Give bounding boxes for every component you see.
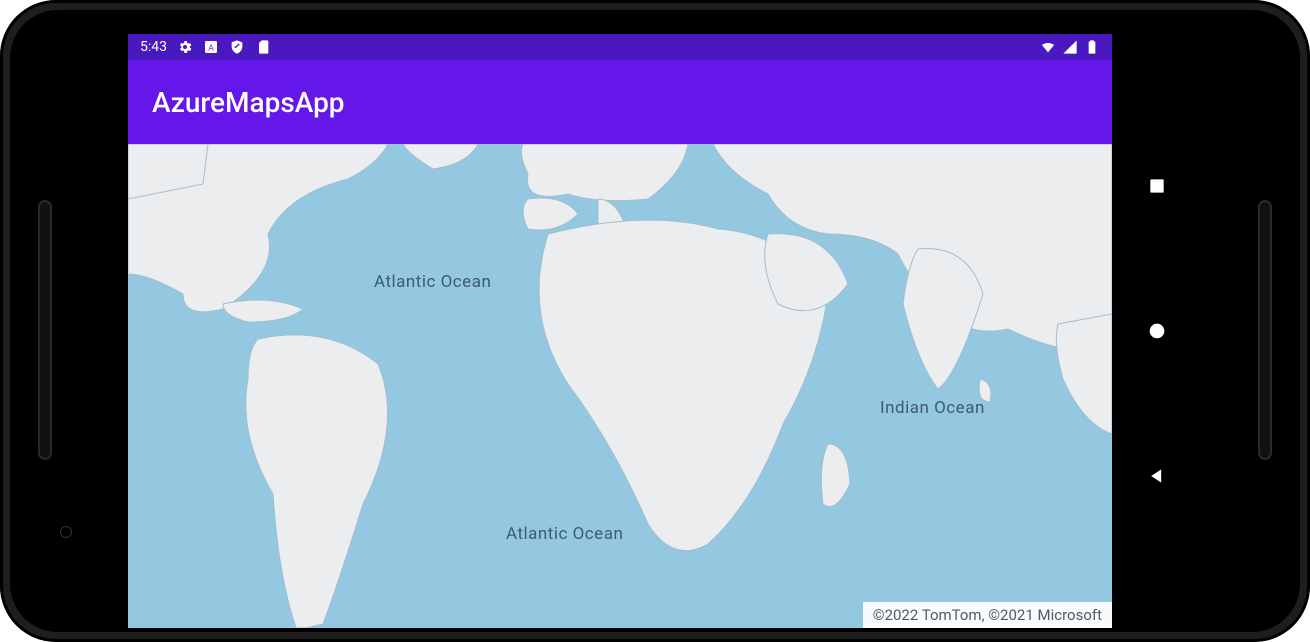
- device-frame-inner: 5:43 A: [10, 10, 1300, 632]
- status-bar-right: [1040, 39, 1100, 55]
- nav-home-button[interactable]: [1145, 319, 1169, 343]
- signal-icon: [1062, 39, 1078, 55]
- android-nav-bar: [1112, 34, 1202, 628]
- device-speaker-right: [1258, 200, 1272, 460]
- wifi-icon: [1040, 39, 1056, 55]
- shield-icon: [229, 39, 245, 55]
- screen-content: 5:43 A: [128, 34, 1112, 628]
- app-badge-icon: A: [203, 39, 219, 55]
- status-clock: 5:43: [140, 39, 167, 55]
- device-camera: [60, 526, 72, 538]
- app-bar: AzureMapsApp: [128, 60, 1112, 144]
- map-attribution: ©2022 TomTom, ©2021 Microsoft: [863, 602, 1112, 628]
- status-bar: 5:43 A: [128, 34, 1112, 60]
- sd-card-icon: [255, 39, 271, 55]
- map-label-atlantic-s: Atlantic Ocean: [506, 524, 623, 544]
- status-bar-left: 5:43 A: [140, 39, 271, 55]
- map-land: [128, 144, 1112, 628]
- map-label-indian: Indian Ocean: [880, 398, 985, 418]
- map-viewport[interactable]: Atlantic Ocean Atlantic Ocean Indian Oce…: [128, 144, 1112, 628]
- nav-back-button[interactable]: [1145, 464, 1169, 488]
- device-screen: 5:43 A: [128, 34, 1202, 628]
- device-frame-outer: 5:43 A: [0, 0, 1310, 642]
- app-title: AzureMapsApp: [152, 86, 345, 119]
- gear-icon: [177, 39, 193, 55]
- map-label-atlantic-n: Atlantic Ocean: [374, 272, 491, 292]
- battery-icon: [1084, 39, 1100, 55]
- nav-recent-button[interactable]: [1145, 174, 1169, 198]
- device-speaker-left: [38, 200, 52, 460]
- svg-text:A: A: [208, 43, 214, 52]
